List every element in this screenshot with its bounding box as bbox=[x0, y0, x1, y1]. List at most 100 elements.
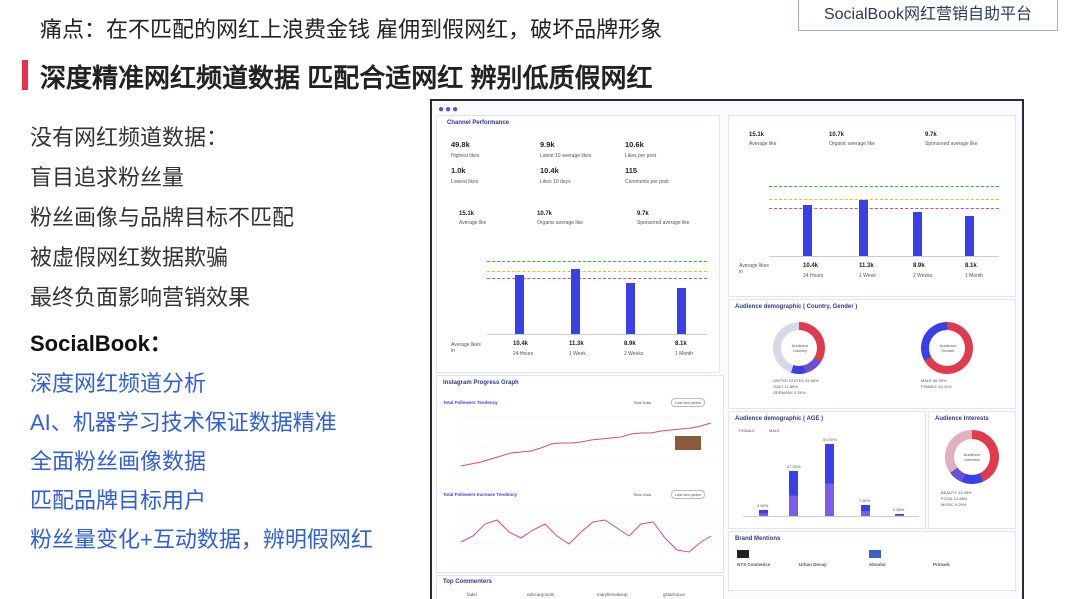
top-commenters-panel: Top Commenters fadel educargonals maryli… bbox=[436, 575, 724, 599]
bar-value: 8.9k bbox=[913, 263, 925, 269]
brand-logo-icon bbox=[737, 550, 749, 558]
bar-value: 8.1k bbox=[675, 341, 687, 347]
donut-label: Audience Gender bbox=[939, 343, 957, 353]
progress-panel: Instagram Progress Graph Total Followers… bbox=[436, 375, 724, 573]
problem-item: 最终负面影响营销效果 bbox=[30, 285, 251, 310]
feature-item: 深度网红频道分析 bbox=[30, 371, 207, 396]
chart-title: Total Followers Increase Tendency bbox=[443, 492, 518, 497]
brand-name: Absolut bbox=[869, 562, 886, 567]
followers-line-chart bbox=[457, 417, 719, 467]
gender-donut-chart: Audience Gender bbox=[921, 322, 973, 374]
bar-chart bbox=[729, 116, 1015, 296]
bar bbox=[803, 205, 812, 256]
bar bbox=[913, 212, 922, 256]
likes-panel: 15.1k Average like 10.7k Organic average… bbox=[728, 115, 1016, 297]
age-bar-label: 27.00% bbox=[787, 464, 801, 469]
brand-name: Urban Decay bbox=[799, 562, 827, 567]
bar-label: Average likes in bbox=[451, 342, 481, 354]
demographics-age-panel: Audience demographic ( AGE ) FEMALE MALE… bbox=[728, 411, 926, 529]
commenter-name: marylinmakeup bbox=[597, 592, 628, 597]
brand-name: Primark bbox=[933, 562, 950, 567]
interests-panel: Audience Interests Audience Interests BE… bbox=[928, 411, 1016, 529]
age-bar bbox=[789, 471, 798, 516]
bar-period: 1 Week bbox=[569, 351, 586, 357]
bar-period: 2 Weeks bbox=[913, 273, 933, 279]
legend-item: Total Data bbox=[633, 400, 652, 405]
demographics-country-panel: Audience demographic ( Country, Gender )… bbox=[728, 299, 1016, 409]
bar-value: 11.3k bbox=[859, 263, 874, 269]
bar-period: 24 Hours bbox=[513, 351, 534, 357]
bar bbox=[571, 269, 580, 334]
bar-period: 24 Hours bbox=[803, 273, 824, 279]
bar-label: Average likes in bbox=[739, 263, 769, 275]
age-bar-label: 7.60% bbox=[859, 498, 871, 503]
title-accent-bar bbox=[22, 60, 28, 90]
panel-title: Audience Interests bbox=[935, 416, 989, 422]
range-dropdown[interactable]: Last two years bbox=[671, 490, 705, 499]
age-bar-label: 0.05% bbox=[893, 507, 905, 512]
legend-item: MALE 66.59% bbox=[921, 378, 947, 383]
brand-mentions-panel: Brand Mentions NYX Cosmetics Urban Decay… bbox=[728, 531, 1016, 591]
legend-item: Total Data bbox=[633, 492, 652, 497]
range-dropdown[interactable]: Last two years bbox=[671, 398, 705, 407]
bar-period: 1 Week bbox=[859, 273, 876, 279]
bar-value: 11.3k bbox=[569, 341, 584, 347]
legend-item: BEAUTY 43.08% bbox=[941, 490, 972, 495]
bar-value: 8.1k bbox=[965, 263, 977, 269]
age-bar bbox=[861, 505, 870, 516]
bar bbox=[677, 288, 686, 334]
bar-period: 1 Month bbox=[675, 351, 694, 357]
bar-value: 8.9k bbox=[624, 341, 636, 347]
brand-box: SocialBook网红营销自助平台 bbox=[798, 0, 1058, 31]
bar bbox=[515, 275, 524, 334]
window-dots-icon: ●●● bbox=[438, 104, 460, 115]
interests-donut-chart: Audience Interests bbox=[945, 430, 999, 484]
country-donut-chart: Audience Country bbox=[773, 322, 825, 374]
legend-item: FOOD 12.88% bbox=[941, 496, 968, 501]
feature-item: AI、机器学习技术保证数据精准 bbox=[30, 410, 337, 435]
legend-item: UNITED STATES 33.86% bbox=[773, 378, 819, 383]
bar bbox=[965, 216, 974, 256]
brand-logo-icon bbox=[869, 550, 881, 558]
problem-heading: 没有网红频道数据： bbox=[30, 125, 229, 150]
bar-period: 2 Weeks bbox=[624, 351, 644, 357]
age-bar-label: 51.00% bbox=[823, 437, 837, 442]
chart-title: Total Followers Tendency bbox=[443, 400, 498, 405]
socialbook-heading: SocialBook： bbox=[30, 331, 172, 356]
dashboard-screenshot: ●●● Channel Performance 49.8k Highest li… bbox=[430, 99, 1024, 599]
age-bar bbox=[825, 444, 834, 516]
legend-item: GERMANY 9.20% bbox=[773, 390, 806, 395]
feature-item: 全面粉丝画像数据 bbox=[30, 449, 207, 474]
feature-item: 匹配品牌目标用户 bbox=[30, 488, 207, 513]
problem-item: 盲目追求粉丝量 bbox=[30, 165, 185, 190]
followers-increase-line-chart bbox=[457, 511, 719, 553]
problem-item: 粉丝画像与品牌目标不匹配 bbox=[30, 205, 295, 230]
problem-item: 被虚假网红数据欺骗 bbox=[30, 245, 229, 270]
channel-performance-panel: Channel Performance 49.8k Highest likes … bbox=[436, 115, 720, 373]
bar-value: 10.4k bbox=[513, 341, 529, 347]
donut-label: Audience Country bbox=[791, 343, 809, 353]
feature-item: 粉丝量变化+互动数据，辨明假网红 bbox=[30, 527, 373, 552]
donut-label: Audience Interests bbox=[963, 452, 981, 462]
panel-title: Top Commenters bbox=[443, 579, 492, 585]
legend-item: FEMALE 33.41% bbox=[921, 384, 952, 389]
commenter-name: fadel bbox=[467, 592, 477, 597]
panel-title: Brand Mentions bbox=[735, 536, 781, 542]
left-column: 没有网红频道数据： 盲目追求粉丝量 粉丝画像与品牌目标不匹配 被虚假网红数据欺骗… bbox=[30, 118, 373, 559]
headline: 深度精准网红频道数据 匹配合适网红 辨别低质假网红 bbox=[40, 63, 653, 93]
bar-value: 10.4k bbox=[803, 263, 819, 269]
axis-line bbox=[743, 516, 919, 517]
bar-period: 1 Month bbox=[965, 273, 984, 279]
axis-line bbox=[769, 256, 999, 257]
commenter-name: gstarmicus bbox=[663, 592, 685, 597]
panel-title: Instagram Progress Graph bbox=[443, 380, 519, 386]
panel-title: Audience demographic ( Country, Gender ) bbox=[735, 304, 858, 310]
commenter-name: educargonals bbox=[527, 592, 555, 597]
legend-item: ITALY 11.89% bbox=[773, 384, 798, 389]
legend-item: MUSIC 9.29% bbox=[941, 502, 967, 507]
bar bbox=[859, 200, 868, 256]
painpoint-text: 痛点：在不匹配的网红上浪费金钱 雇佣到假网红，破坏品牌形象 bbox=[40, 17, 663, 42]
bar bbox=[626, 283, 635, 334]
age-bar-label: 2.60% bbox=[757, 503, 769, 508]
brand-name: NYX Cosmetics bbox=[737, 562, 771, 567]
